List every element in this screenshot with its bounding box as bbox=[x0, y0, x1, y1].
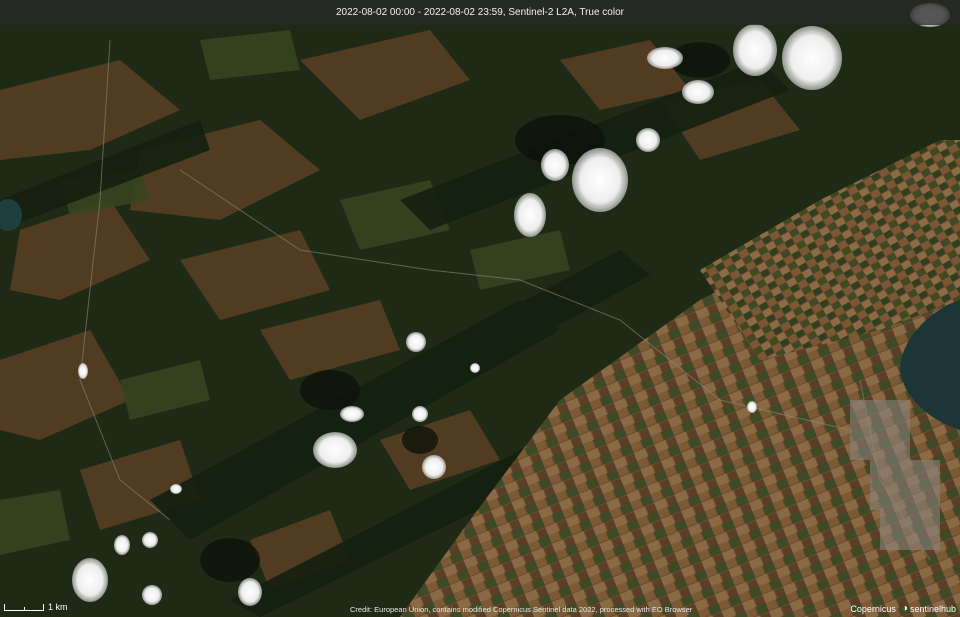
copernicus-logo-icon: Copernicus bbox=[850, 604, 896, 614]
sentinelhub-logo-label: sentinelhub bbox=[909, 603, 956, 614]
credit-text: Credit: European Union, contains modifie… bbox=[350, 605, 693, 614]
image-title: 2022-08-02 00:00 - 2022-08-02 23:59, Sen… bbox=[336, 7, 624, 18]
footer: Credit: European Union, contains modifie… bbox=[0, 603, 960, 617]
image-info-bar: 2022-08-02 00:00 - 2022-08-02 23:59, Sen… bbox=[0, 0, 960, 25]
sentinelhub-logo-icon: ◑ sentinelhub bbox=[902, 603, 956, 614]
copernicus-logo-label: Copernicus bbox=[850, 603, 896, 614]
logos: Copernicus ◑ sentinelhub bbox=[850, 603, 956, 614]
satellite-map[interactable] bbox=[0, 0, 960, 617]
sentinelhub-mark-icon: ◑ bbox=[901, 603, 908, 614]
